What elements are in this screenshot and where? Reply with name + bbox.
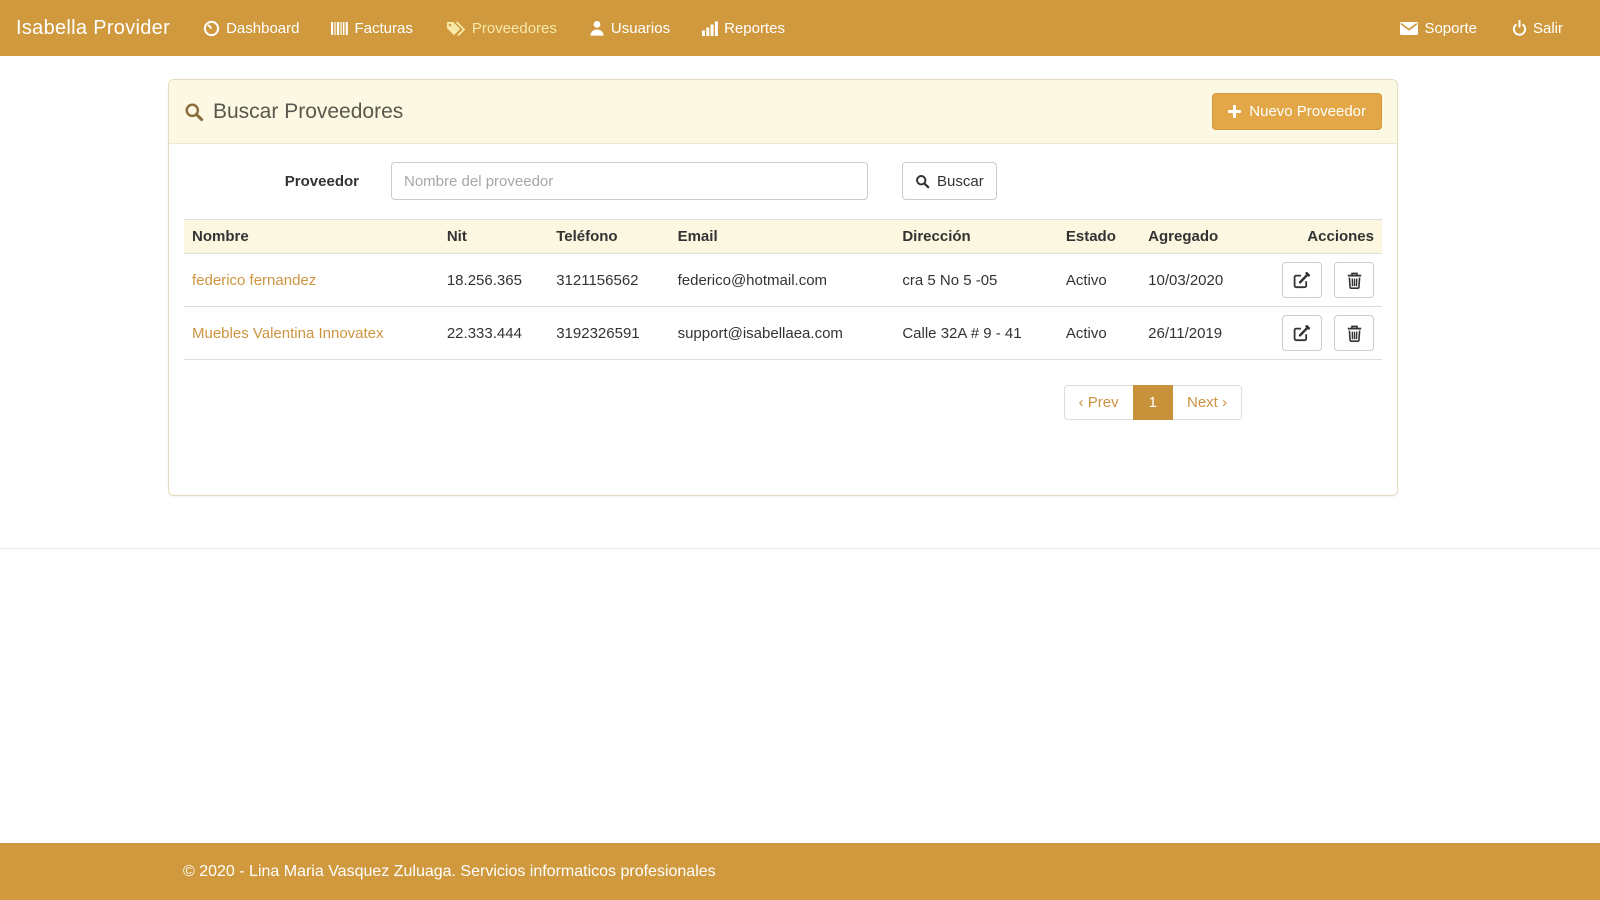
main-content: Buscar Proveedores Nuevo Proveedor Prove… — [0, 56, 1600, 843]
cell-direccion: Calle 32A # 9 - 41 — [894, 307, 1058, 360]
search-button[interactable]: Buscar — [902, 162, 997, 200]
nav-item-proveedores[interactable]: Proveedores — [445, 20, 557, 37]
column-header-nit: Nit — [439, 220, 548, 254]
provider-name-link[interactable]: federico fernandez — [192, 272, 316, 289]
nav-item-reportes[interactable]: Reportes — [702, 20, 785, 37]
provider-name-link[interactable]: Muebles Valentina Innovatex — [192, 325, 384, 342]
new-provider-label: Nuevo Proveedor — [1249, 103, 1366, 120]
nav-label: Reportes — [724, 20, 785, 37]
dashboard-icon — [203, 20, 220, 37]
panel-heading: Buscar Proveedores Nuevo Proveedor — [169, 80, 1397, 144]
cell-agregado: 26/11/2019 — [1140, 307, 1267, 360]
trash-icon — [1347, 325, 1362, 342]
cell-nit: 18.256.365 — [439, 254, 548, 307]
secondary-nav: Soporte Salir — [1400, 20, 1563, 37]
providers-table: Nombre Nit Teléfono Email Dirección Esta… — [184, 219, 1382, 360]
cell-telefono: 3192326591 — [548, 307, 669, 360]
delete-button[interactable] — [1334, 262, 1374, 298]
page-title: Buscar Proveedores — [184, 100, 403, 124]
nav-label: Facturas — [354, 20, 412, 37]
providers-panel: Buscar Proveedores Nuevo Proveedor Prove… — [168, 79, 1398, 496]
panel-body: Proveedor Buscar — [169, 144, 1397, 495]
pagination-page-1[interactable]: 1 — [1133, 385, 1173, 420]
footer-copyright: © 2020 - Lina Maria Vasquez Zuluaga. Ser… — [183, 863, 716, 881]
search-button-label: Buscar — [937, 173, 984, 190]
nav-item-facturas[interactable]: Facturas — [331, 20, 412, 37]
column-header-email: Email — [670, 220, 895, 254]
top-navbar: Isabella Provider Dashboard Facturas Pro… — [0, 0, 1600, 56]
cell-nit: 22.333.444 — [439, 307, 548, 360]
edit-icon — [1293, 272, 1310, 289]
main-nav: Dashboard Facturas Proveedores Usuarios … — [203, 20, 785, 37]
page-title-text: Buscar Proveedores — [213, 100, 403, 124]
content-divider — [0, 548, 1600, 549]
cell-estado: Activo — [1058, 254, 1140, 307]
cell-email: support@isabellaea.com — [670, 307, 895, 360]
column-header-agregado: Agregado — [1140, 220, 1267, 254]
nav-label: Dashboard — [226, 20, 299, 37]
power-icon — [1512, 20, 1527, 36]
cell-telefono: 3121156562 — [548, 254, 669, 307]
search-form: Proveedor Buscar — [184, 162, 1382, 200]
nav-label: Proveedores — [472, 20, 557, 37]
page-footer: © 2020 - Lina Maria Vasquez Zuluaga. Ser… — [0, 843, 1600, 900]
search-icon — [915, 174, 930, 189]
nav-item-salir[interactable]: Salir — [1512, 20, 1563, 37]
column-header-direccion: Dirección — [894, 220, 1058, 254]
cell-estado: Activo — [1058, 307, 1140, 360]
nav-label: Soporte — [1424, 20, 1477, 37]
bar-chart-icon — [702, 21, 718, 36]
edit-icon — [1293, 325, 1310, 342]
nav-item-soporte[interactable]: Soporte — [1400, 20, 1477, 37]
pagination-prev[interactable]: ‹ Prev — [1064, 385, 1134, 420]
column-header-acciones: Acciones — [1268, 220, 1382, 254]
nav-item-usuarios[interactable]: Usuarios — [589, 20, 670, 37]
table-row: federico fernandez 18.256.365 3121156562… — [184, 254, 1382, 307]
edit-button[interactable] — [1282, 315, 1322, 351]
pagination-next[interactable]: Next › — [1172, 385, 1242, 420]
nav-item-dashboard[interactable]: Dashboard — [203, 20, 299, 37]
brand-title[interactable]: Isabella Provider — [16, 17, 170, 40]
pagination: ‹ Prev 1 Next › — [184, 385, 1382, 420]
cell-direccion: cra 5 No 5 -05 — [894, 254, 1058, 307]
cell-email: federico@hotmail.com — [670, 254, 895, 307]
trash-icon — [1347, 272, 1362, 289]
nav-label: Salir — [1533, 20, 1563, 37]
column-header-telefono: Teléfono — [548, 220, 669, 254]
provider-search-label: Proveedor — [184, 173, 359, 190]
search-icon — [184, 102, 204, 122]
tags-icon — [445, 20, 466, 37]
edit-button[interactable] — [1282, 262, 1322, 298]
new-provider-button[interactable]: Nuevo Proveedor — [1212, 93, 1382, 130]
column-header-nombre: Nombre — [184, 220, 439, 254]
cell-agregado: 10/03/2020 — [1140, 254, 1267, 307]
provider-search-input[interactable] — [391, 162, 868, 200]
table-header-row: Nombre Nit Teléfono Email Dirección Esta… — [184, 220, 1382, 254]
delete-button[interactable] — [1334, 315, 1374, 351]
plus-icon — [1228, 105, 1241, 118]
user-icon — [589, 20, 605, 36]
envelope-icon — [1400, 22, 1418, 35]
nav-label: Usuarios — [611, 20, 670, 37]
table-row: Muebles Valentina Innovatex 22.333.444 3… — [184, 307, 1382, 360]
barcode-icon — [331, 21, 348, 36]
column-header-estado: Estado — [1058, 220, 1140, 254]
